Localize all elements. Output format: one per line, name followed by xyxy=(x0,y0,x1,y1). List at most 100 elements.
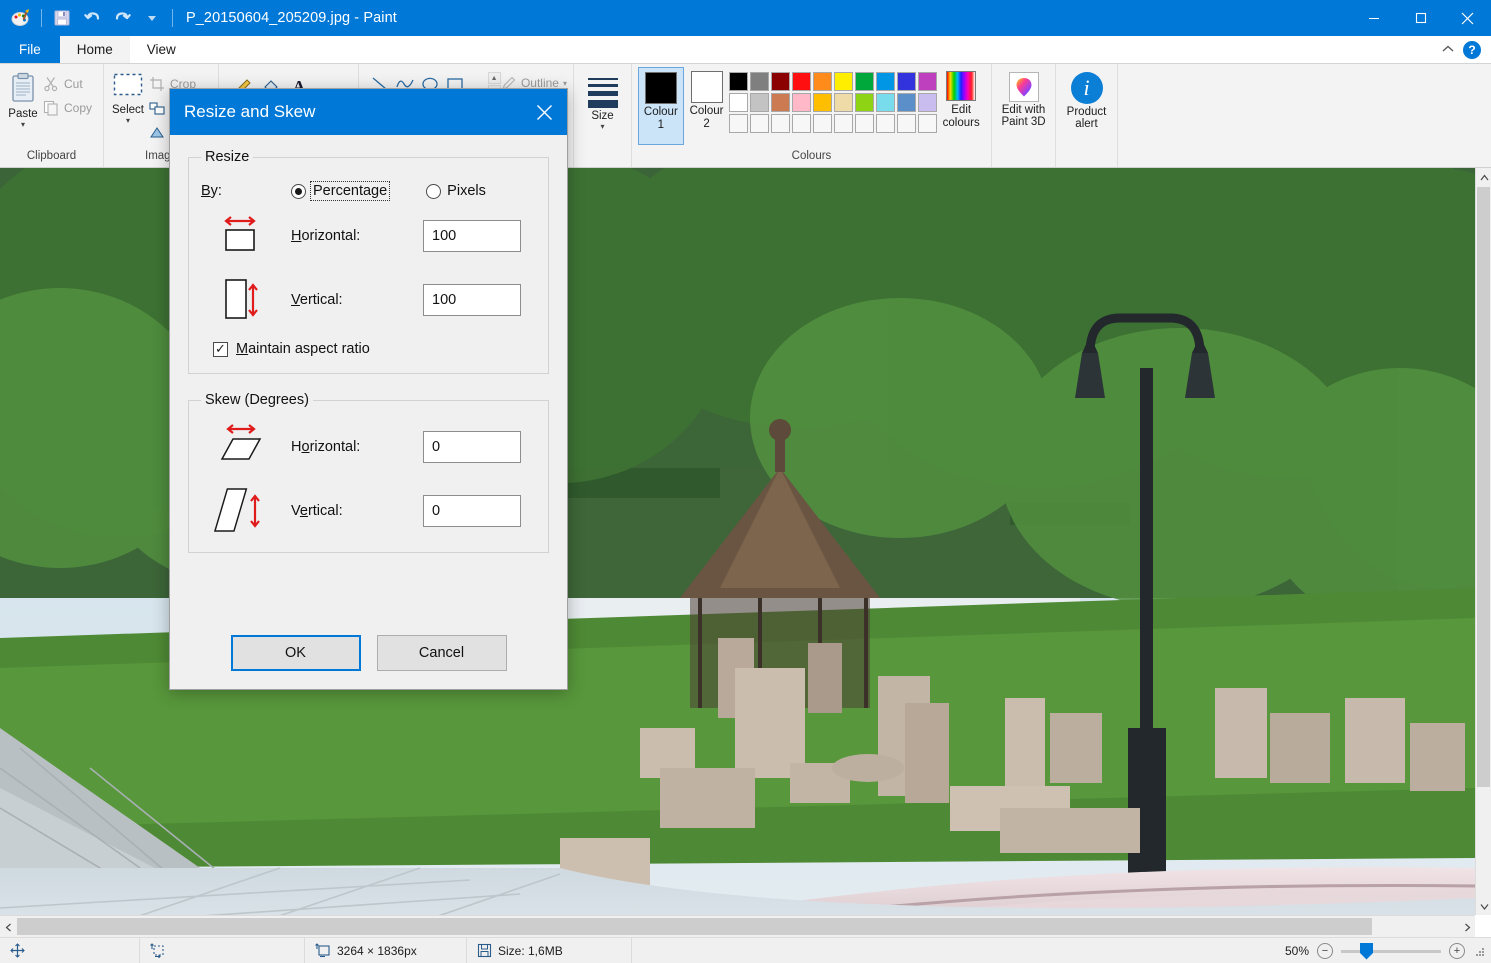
zoom-in-button[interactable]: + xyxy=(1449,943,1465,959)
palette-swatch-1-3[interactable] xyxy=(771,72,790,91)
scroll-left-icon[interactable] xyxy=(0,916,16,937)
edit-with-paint3d-button[interactable]: Edit with Paint 3D xyxy=(998,69,1049,128)
resize-vertical-input[interactable]: 100 xyxy=(423,284,521,316)
minimize-button[interactable] xyxy=(1350,0,1397,36)
close-button[interactable] xyxy=(1444,0,1491,36)
palette-swatch-1-5[interactable] xyxy=(813,72,832,91)
palette-swatch-1-2[interactable] xyxy=(750,72,769,91)
palette-swatch-2-10[interactable] xyxy=(918,93,937,112)
radio-pixels-label: Pixels xyxy=(447,183,486,199)
product-alert-button[interactable]: i Product alert xyxy=(1062,69,1111,130)
palette-swatch-3-4[interactable] xyxy=(792,114,811,133)
image-size-value: 3264 × 1836px xyxy=(337,944,417,958)
palette-swatch-1-7[interactable] xyxy=(855,72,874,91)
palette-swatch-3-2[interactable] xyxy=(750,114,769,133)
resize-horizontal-label: Horizontal: xyxy=(291,228,423,244)
palette-swatch-3-6[interactable] xyxy=(834,114,853,133)
palette-swatch-2-6[interactable] xyxy=(834,93,853,112)
ok-button[interactable]: OK xyxy=(231,635,361,671)
tab-file[interactable]: File xyxy=(0,36,60,63)
palette-swatch-1-6[interactable] xyxy=(834,72,853,91)
palette-swatch-2-1[interactable] xyxy=(729,93,748,112)
palette-swatch-3-1[interactable] xyxy=(729,114,748,133)
resize-horizontal-input[interactable]: 100 xyxy=(423,220,521,252)
paste-button[interactable]: Paste ▾ xyxy=(6,69,40,129)
size-group-label xyxy=(576,150,629,167)
dialog-title-bar: Resize and Skew xyxy=(170,89,567,135)
palette-swatch-2-9[interactable] xyxy=(897,93,916,112)
palette-swatch-3-9[interactable] xyxy=(897,114,916,133)
zoom-slider-thumb[interactable] xyxy=(1360,943,1373,960)
shapes-scroll-up-icon[interactable]: ▲ xyxy=(488,72,501,84)
cancel-button[interactable]: Cancel xyxy=(377,635,507,671)
customize-qat-caret-icon[interactable] xyxy=(137,3,167,33)
edit-colours-button[interactable]: Edit colours xyxy=(937,67,985,130)
palette-swatch-1-1[interactable] xyxy=(729,72,748,91)
select-button[interactable]: Select ▾ xyxy=(110,69,146,125)
redo-icon[interactable] xyxy=(107,3,137,33)
maintain-aspect-ratio-row[interactable]: ✓ Maintain aspect ratio xyxy=(213,341,536,357)
horizontal-scrollbar[interactable] xyxy=(0,915,1475,937)
save-icon[interactable] xyxy=(47,3,77,33)
collapse-ribbon-icon[interactable] xyxy=(1441,41,1455,59)
palette-swatch-3-5[interactable] xyxy=(813,114,832,133)
palette-swatch-2-3[interactable] xyxy=(771,93,790,112)
zoom-slider-track[interactable] xyxy=(1341,950,1441,953)
select-caret-icon[interactable]: ▾ xyxy=(126,117,130,125)
vertical-resize-glyph xyxy=(201,274,291,326)
vertical-scrollbar[interactable] xyxy=(1475,168,1491,915)
help-icon[interactable]: ? xyxy=(1463,41,1481,59)
maintain-aspect-ratio-checkbox[interactable]: ✓ xyxy=(213,342,228,357)
undo-icon[interactable] xyxy=(77,3,107,33)
dialog-title: Resize and Skew xyxy=(184,102,315,122)
skew-legend: Skew (Degrees) xyxy=(201,392,313,408)
palette-swatch-1-10[interactable] xyxy=(918,72,937,91)
copy-button[interactable]: Copy xyxy=(40,97,98,119)
skew-horizontal-input[interactable]: 0 xyxy=(423,431,521,463)
palette-swatch-3-10[interactable] xyxy=(918,114,937,133)
palette-row-1 xyxy=(729,72,937,91)
resize-by-row: By: Percentage Pixels xyxy=(201,183,536,199)
scroll-up-icon[interactable] xyxy=(1476,168,1491,186)
scroll-down-icon[interactable] xyxy=(1476,897,1491,915)
resize-group: Resize By: Percentage Pixels xyxy=(188,149,549,374)
vertical-scrollbar-thumb[interactable] xyxy=(1477,187,1490,787)
palette-swatch-1-4[interactable] xyxy=(792,72,811,91)
size-caret-icon[interactable]: ▾ xyxy=(600,123,604,131)
colour-2-label-line2: 2 xyxy=(703,118,709,130)
palette-swatch-2-2[interactable] xyxy=(750,93,769,112)
tab-home[interactable]: Home xyxy=(60,36,130,63)
radio-percentage[interactable]: Percentage xyxy=(291,183,388,199)
palette-swatch-3-8[interactable] xyxy=(876,114,895,133)
zoom-out-button[interactable]: − xyxy=(1317,943,1333,959)
resize-grip-icon[interactable] xyxy=(1473,945,1485,957)
colour-1-button[interactable]: Colour 1 xyxy=(638,67,684,145)
colour-palette[interactable] xyxy=(729,67,937,133)
scroll-right-icon[interactable] xyxy=(1459,916,1475,937)
vertical-skew-glyph xyxy=(201,483,291,539)
radio-percentage-button[interactable] xyxy=(291,184,306,199)
palette-swatch-2-7[interactable] xyxy=(855,93,874,112)
horizontal-scrollbar-thumb[interactable] xyxy=(17,918,1372,935)
cut-button[interactable]: Cut xyxy=(40,73,98,95)
colour-2-button[interactable]: Colour 2 xyxy=(684,67,730,145)
skew-vertical-input[interactable]: 0 xyxy=(423,495,521,527)
dialog-buttons: OK Cancel xyxy=(170,629,567,689)
palette-swatch-1-8[interactable] xyxy=(876,72,895,91)
palette-swatch-2-5[interactable] xyxy=(813,93,832,112)
tab-view[interactable]: View xyxy=(130,36,193,63)
paint-app-icon[interactable] xyxy=(6,3,36,33)
maximize-button[interactable] xyxy=(1397,0,1444,36)
paste-caret-icon[interactable]: ▾ xyxy=(21,121,25,129)
dialog-close-button[interactable] xyxy=(521,89,567,135)
palette-swatch-2-4[interactable] xyxy=(792,93,811,112)
palette-swatch-3-3[interactable] xyxy=(771,114,790,133)
size-button[interactable]: Size ▾ xyxy=(580,69,625,131)
palette-swatch-2-8[interactable] xyxy=(876,93,895,112)
radio-pixels[interactable]: Pixels xyxy=(426,183,486,199)
palette-swatch-1-9[interactable] xyxy=(897,72,916,91)
resize-horizontal-row: Horizontal: 100 xyxy=(201,209,536,263)
radio-pixels-button[interactable] xyxy=(426,184,441,199)
outline-caret-icon[interactable]: ▾ xyxy=(563,79,567,88)
palette-swatch-3-7[interactable] xyxy=(855,114,874,133)
